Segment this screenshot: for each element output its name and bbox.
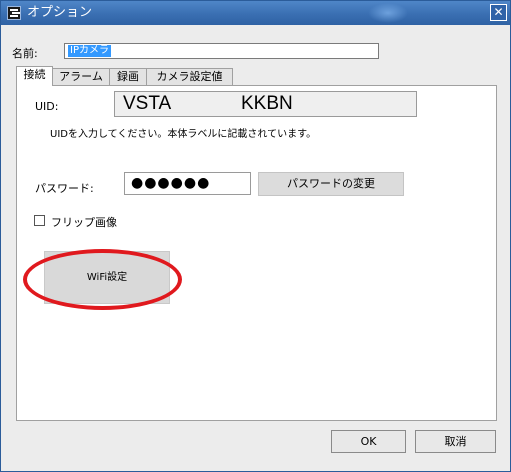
window-title: オプション: [27, 5, 93, 20]
tab-recording[interactable]: 録画: [109, 68, 147, 85]
close-button[interactable]: ✕: [490, 4, 507, 21]
password-field[interactable]: ●●●●●●: [124, 172, 251, 195]
uid-value-part1: VSTA: [123, 93, 172, 114]
title-bar[interactable]: オプション ✕: [1, 1, 510, 25]
title-bar-glow: [368, 3, 408, 23]
tab-recording-label: 録画: [117, 70, 139, 83]
name-label: 名前:: [12, 47, 38, 60]
name-input[interactable]: IPカメラ: [64, 43, 379, 59]
flip-image-label: フリップ画像: [51, 216, 117, 229]
password-label: パスワード:: [35, 182, 94, 195]
uid-label: UID:: [35, 100, 59, 113]
uid-field[interactable]: VSTA KKBN: [114, 91, 417, 117]
tab-camera-settings[interactable]: カメラ設定値: [146, 68, 233, 85]
name-input-value: IPカメラ: [68, 45, 111, 57]
app-icon: [7, 6, 21, 20]
tab-alarm[interactable]: アラーム: [52, 68, 110, 85]
ok-button[interactable]: OK: [331, 430, 406, 453]
change-password-button[interactable]: パスワードの変更: [258, 172, 404, 196]
uid-hint: UIDを入力してください。本体ラベルに記載されています。: [50, 129, 317, 140]
connection-panel: UID: VSTA KKBN UIDを入力してください。本体ラベルに記載されてい…: [16, 85, 497, 421]
close-icon: ✕: [493, 5, 504, 19]
options-dialog: オプション ✕ 名前: IPカメラ 接続 アラーム 録画 カメラ設定値 UID:: [0, 0, 511, 472]
uid-value-part2: KKBN: [241, 93, 293, 114]
tab-alarm-label: アラーム: [59, 70, 103, 83]
cancel-button[interactable]: 取消: [415, 430, 496, 453]
checkbox-icon[interactable]: [34, 215, 45, 226]
tab-connection[interactable]: 接続: [16, 66, 53, 86]
tab-connection-label: 接続: [23, 68, 46, 81]
wifi-settings-button[interactable]: WiFi設定: [44, 251, 170, 304]
tab-camera-settings-label: カメラ設定値: [156, 70, 223, 83]
dialog-body: 名前: IPカメラ 接続 アラーム 録画 カメラ設定値 UID: VSTA KK…: [1, 25, 510, 471]
